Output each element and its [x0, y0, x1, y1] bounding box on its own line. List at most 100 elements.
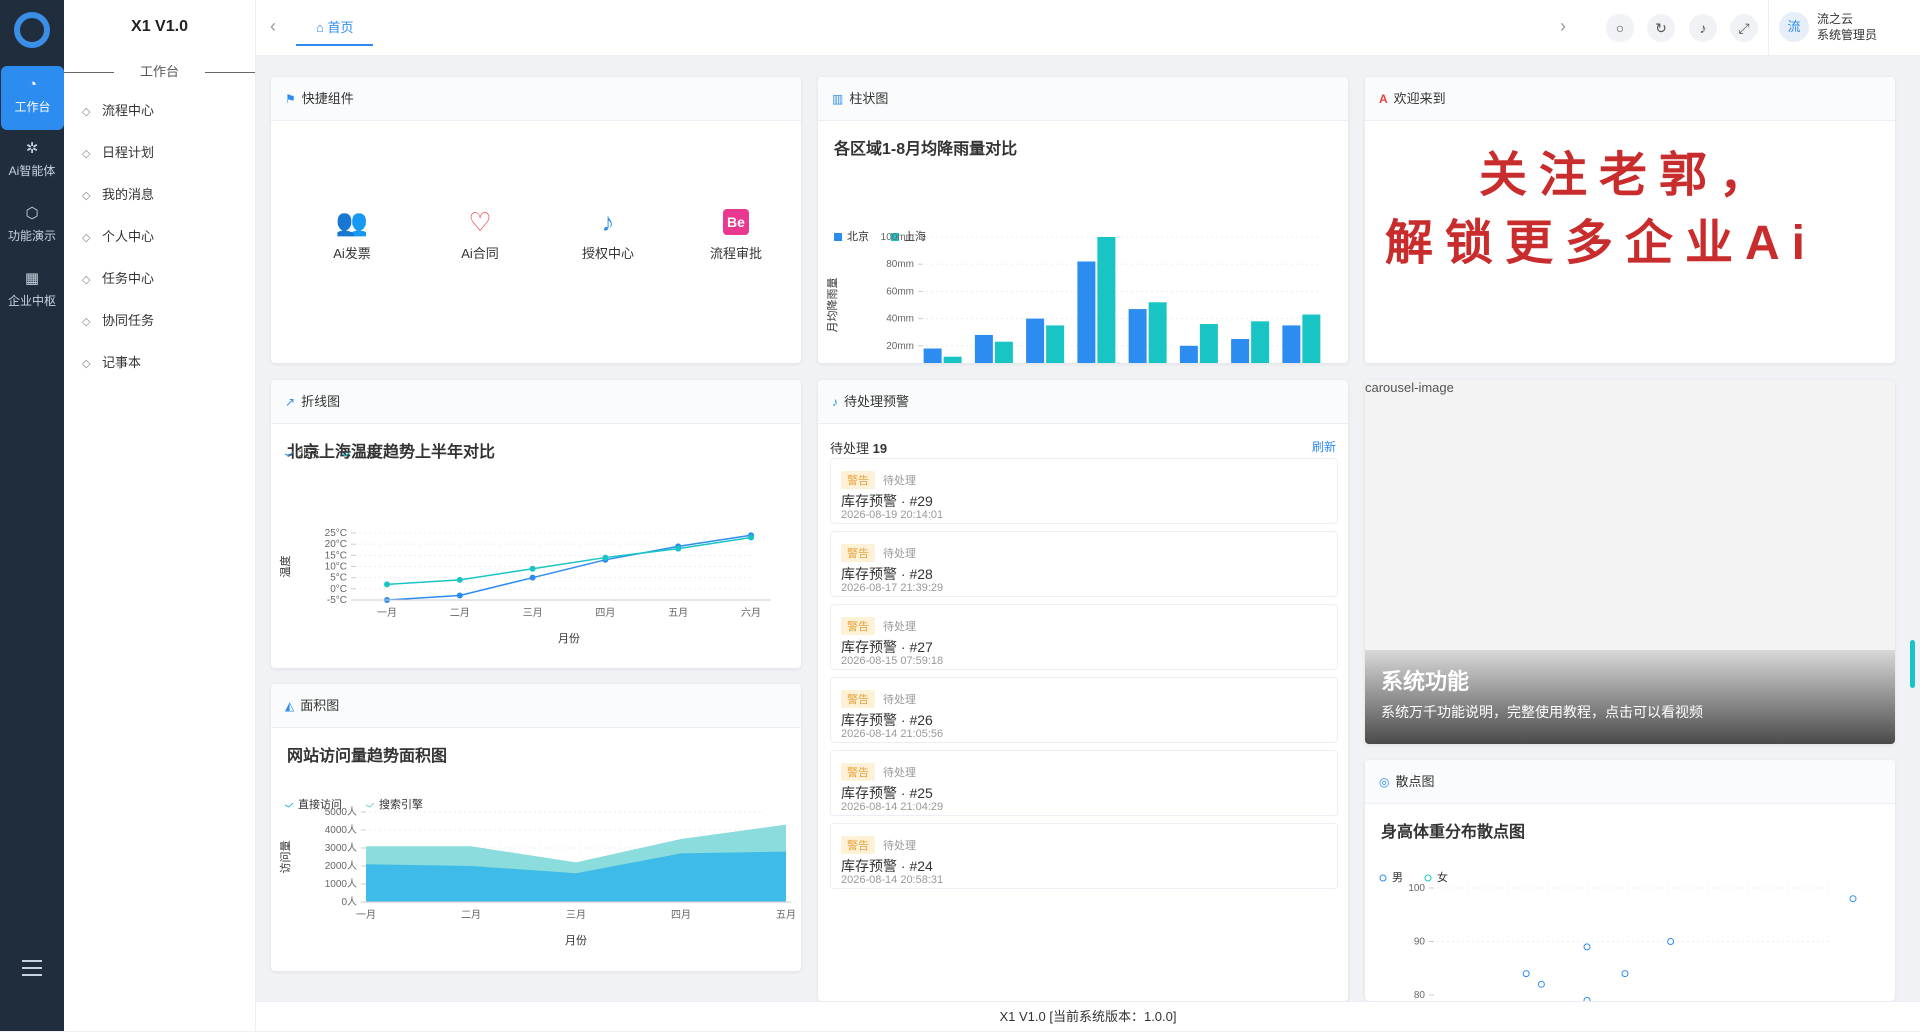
rail-item-enterprise[interactable]: ▦ 企业中枢: [0, 260, 64, 324]
scatter-point: [1621, 970, 1629, 978]
user-icon: ◇: [82, 232, 91, 244]
tabs-right-arrow-icon[interactable]: ›: [1560, 16, 1566, 37]
gauge-icon: ◔: [27, 76, 38, 93]
ear-icon: ♪: [601, 207, 615, 237]
quick-item-1[interactable]: ♡ Ai合同: [435, 207, 525, 262]
alert-item[interactable]: 警告 待处理 库存预警 · #27 2026-08-15 07:59:18: [830, 604, 1338, 670]
x-tick-label: 一月: [377, 607, 397, 619]
legend-swatch: [284, 802, 294, 808]
alert-item[interactable]: 警告 待处理 库存预警 · #25 2026-08-14 21:04:29: [830, 750, 1338, 816]
logo-icon: [14, 12, 50, 48]
rail-item-workbench[interactable]: ◔ 工作台: [1, 66, 64, 130]
pending-summary: 待处理 19: [830, 441, 888, 456]
user-menu[interactable]: 流 流之云 系统管理员: [1768, 0, 1877, 56]
quick-card: ⚑ 快捷组件 👥 Ai发票 ♡ Ai合同 ♪ 授权中心 Be 流程审批: [271, 77, 801, 363]
sidebar-item-6[interactable]: ◇ 记事本: [64, 342, 255, 384]
pending-count: 19: [872, 441, 888, 456]
card-title: 折线图: [301, 394, 341, 409]
tab-home[interactable]: ⌂ 首页: [296, 10, 374, 46]
rail-item-ai-agent[interactable]: ✲ Ai智能体: [0, 130, 64, 194]
data-point: [529, 574, 536, 581]
line-card: ↗ 折线图 北京上海温度趋势上半年对比 北京 上海 -5°C 0°C 5°C 10°C 15°…: [271, 380, 801, 668]
behance-icon: Be: [723, 209, 749, 235]
carousel-desc: 系统万千功能说明，完整使用教程，点击可以看视频: [1381, 704, 1703, 720]
fullscreen-icon[interactable]: ⤢: [1730, 14, 1758, 42]
legend-label: 搜索引擎: [379, 797, 423, 811]
warning-badge: 警告: [841, 617, 875, 635]
sidebar: X1 V1.0 工作台 ◇ 流程中心 ◇ 日程计划 ◇ 我的消息 ◇ 个人中心 ◇ 任务中心 ◇ 协同…: [64, 0, 256, 1031]
section-title: 工作台: [64, 54, 255, 90]
warning-badge: 警告: [841, 763, 875, 781]
legend-swatch: [284, 451, 294, 457]
task-icon: ◇: [82, 274, 91, 286]
alert-time: 2026-08-14 21:04:29: [841, 801, 944, 813]
y-axis-title: 访问量: [279, 841, 292, 874]
alert-item[interactable]: 警告 待处理 库存预警 · #29 2026-08-19 20:14:01: [830, 458, 1338, 524]
footer: X1 V1.0 [当前系统版本：1.0.0]: [256, 1001, 1920, 1031]
bell-icon: ♪: [832, 395, 838, 409]
card-title: 欢迎来到: [1393, 91, 1446, 106]
bar: [1026, 318, 1045, 363]
x-tick-label: 五月: [668, 607, 688, 619]
user-name: 流之云: [1817, 12, 1854, 26]
sidebar-item-1[interactable]: ◇ 日程计划: [64, 132, 255, 174]
scatter-point: [1537, 980, 1545, 988]
line-chart-icon: ↗: [285, 395, 296, 409]
scrollbar-thumb[interactable]: [1910, 640, 1915, 688]
carousel[interactable]: carousel-image 系统功能 系统万千功能说明，完整使用教程，点击可以…: [1365, 380, 1895, 744]
card-title: 待处理预警: [844, 394, 910, 409]
ai-icon: ✲: [25, 140, 39, 157]
rail-item-demo[interactable]: ⬡ 功能演示: [0, 195, 64, 259]
bar: [1302, 314, 1321, 363]
alert-title: 库存预警 · #27: [841, 639, 933, 655]
warning-badge: 警告: [841, 836, 875, 854]
sidebar-item-3[interactable]: ◇ 个人中心: [64, 216, 255, 258]
card-title: 快捷组件: [301, 91, 354, 106]
y-tick-label: 15°C: [325, 550, 347, 561]
refresh-link[interactable]: 刷新: [1312, 438, 1336, 455]
quick-item-2[interactable]: ♪ 授权中心: [563, 207, 653, 262]
menu-toggle-icon[interactable]: [22, 960, 42, 976]
tabs-left-arrow-icon[interactable]: ‹: [270, 16, 276, 37]
target-icon: ◎: [1379, 775, 1390, 789]
quick-item-3[interactable]: Be 流程审批: [691, 207, 781, 262]
y-tick-label: 100mm: [881, 232, 914, 243]
y-tick-label: -5°C: [327, 595, 347, 606]
carousel-image-alt: carousel-image: [1365, 380, 1454, 395]
y-tick-label: 20°C: [325, 539, 347, 550]
x-tick-label: 二月: [450, 607, 470, 619]
bar: [1282, 325, 1301, 363]
status-text: 待处理: [883, 475, 916, 487]
quick-item-0[interactable]: 👥 Ai发票: [307, 207, 397, 262]
sidebar-item-label: 个人中心: [102, 229, 155, 244]
sidebar-item-2[interactable]: ◇ 我的消息: [64, 174, 255, 216]
data-point: [602, 554, 609, 561]
bar: [1199, 324, 1218, 363]
alert-title: 库存预警 · #26: [841, 712, 933, 728]
app-rail: ◔ 工作台 ✲ Ai智能体 ⬡ 功能演示 ▦ 企业中枢: [0, 0, 64, 1031]
bar: [1128, 309, 1147, 363]
alert-item[interactable]: 警告 待处理 库存预警 · #24 2026-08-14 20:58:31: [830, 823, 1338, 889]
y-tick-label: 5000人: [325, 806, 357, 818]
sidebar-item-0[interactable]: ◇ 流程中心: [64, 90, 255, 132]
welcome-line-1: 关注老郭，: [1479, 149, 1780, 202]
sidebar-item-label: 任务中心: [102, 271, 155, 286]
alert-item[interactable]: 警告 待处理 库存预警 · #28 2026-08-17 21:39:29: [830, 531, 1338, 597]
status-text: 待处理: [883, 767, 916, 779]
area-card: ◭ 面积图 网站访问量趋势面积图 直接访问 搜索引擎 0人 1000人 2000人 3000…: [271, 684, 801, 971]
y-tick-label: 10°C: [325, 562, 347, 573]
sidebar-item-4[interactable]: ◇ 任务中心: [64, 258, 255, 300]
card-title: 面积图: [300, 698, 340, 713]
y-tick-label: 0人: [341, 896, 357, 908]
bell-icon[interactable]: ♪: [1689, 14, 1717, 42]
y-tick-label: 0°C: [330, 584, 347, 595]
bar-card: ▥柱状图 各区域1-8月均降雨量对比 北京上海0mm20mm40mm60mm80…: [818, 77, 1348, 363]
legend-swatch: [1379, 874, 1387, 882]
bar: [1231, 339, 1250, 363]
sidebar-item-5[interactable]: ◇ 协同任务: [64, 300, 255, 342]
alert-item[interactable]: 警告 待处理 库存预警 · #26 2026-08-14 21:05:56: [830, 677, 1338, 743]
search-icon[interactable]: ○: [1606, 14, 1634, 42]
data-point: [384, 581, 390, 588]
refresh-icon[interactable]: ↻: [1647, 14, 1675, 42]
x-tick-label: 三月: [566, 909, 586, 921]
